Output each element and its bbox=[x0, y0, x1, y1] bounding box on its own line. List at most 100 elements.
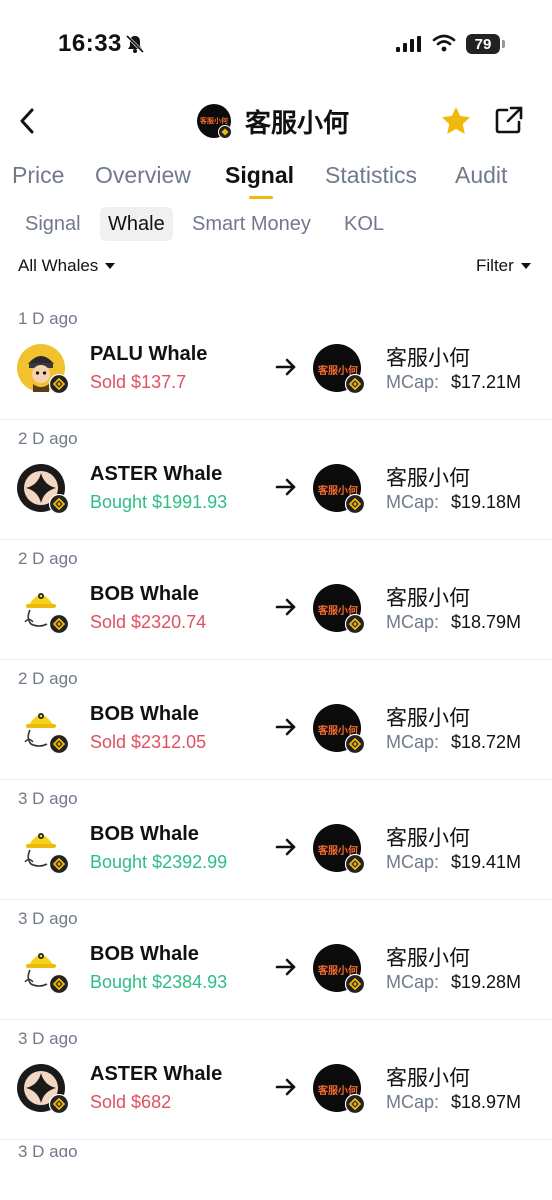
bnb-chain-badge-icon bbox=[345, 1094, 365, 1114]
whale-avatar bbox=[17, 704, 69, 754]
trade-amount: $2312.05 bbox=[131, 732, 207, 752]
trade-type: Sold bbox=[90, 1092, 127, 1112]
filter-label: Filter bbox=[476, 256, 514, 275]
subtab-signal[interactable]: Signal bbox=[17, 207, 89, 241]
bnb-chain-badge-icon bbox=[345, 734, 365, 754]
battery-cap bbox=[502, 40, 505, 48]
mcap-value: $17.21M bbox=[451, 372, 522, 392]
share-icon[interactable] bbox=[494, 105, 524, 135]
trade-amount: $682 bbox=[131, 1092, 172, 1112]
subtab-whale[interactable]: Whale bbox=[100, 207, 173, 241]
tab-signal[interactable]: Signal bbox=[225, 162, 294, 189]
mcap-value: $19.41M bbox=[451, 852, 522, 872]
token-avatar: 客服小何 bbox=[313, 584, 365, 634]
list-item[interactable]: 2 D ago BOB Whale Sold $2320.74 客服小何 客服小何 MCa… bbox=[0, 540, 552, 660]
list-item[interactable]: 2 D ago BOB Whale Sold $2312.05 客服小何 客服小何 MCa… bbox=[0, 660, 552, 780]
whale-name: BOB Whale bbox=[90, 583, 199, 605]
bnb-chain-badge-icon bbox=[345, 374, 365, 394]
token-name: 客服小何 bbox=[386, 347, 470, 370]
battery-icon: 79 bbox=[466, 34, 500, 54]
list-item[interactable]: 1 D ago PALU Whale Sold $137.7 客服小何 客服小何 MCap… bbox=[0, 300, 552, 420]
whale-avatar bbox=[17, 1064, 69, 1114]
token-avatar: 客服小何 bbox=[197, 104, 232, 139]
arrow-right-icon bbox=[275, 478, 296, 496]
trade-action: Sold $682 bbox=[90, 1092, 171, 1113]
bnb-chain-badge-icon bbox=[49, 614, 69, 634]
whale-name: BOB Whale bbox=[90, 703, 199, 725]
list-item[interactable]: 3 D ago ASTER Whale Sold $682 客服小何 客服小何 MCap:… bbox=[0, 1020, 552, 1140]
subtab-kol[interactable]: KOL bbox=[336, 207, 392, 241]
filter-dropdown[interactable]: Filter bbox=[476, 256, 531, 276]
list-item[interactable]: 2 D ago ASTER Whale Bought $1991.93 客服小何 客服小… bbox=[0, 420, 552, 540]
token-name: 客服小何 bbox=[386, 1067, 470, 1090]
bnb-chain-badge-icon bbox=[345, 854, 365, 874]
signal-bars-icon bbox=[396, 36, 421, 52]
mcap-label: MCap: bbox=[386, 732, 440, 752]
whale-type-dropdown[interactable]: All Whales bbox=[18, 256, 116, 276]
whale-name: ASTER Whale bbox=[90, 463, 223, 485]
active-tab-indicator bbox=[249, 196, 273, 199]
whale-avatar bbox=[17, 344, 69, 394]
arrow-right-icon bbox=[275, 838, 296, 856]
tab-overview[interactable]: Overview bbox=[95, 162, 191, 189]
mcap-label: MCap: bbox=[386, 612, 440, 632]
whale-avatar bbox=[17, 824, 69, 874]
whale-name: BOB Whale bbox=[90, 943, 199, 965]
token-name: 客服小何 bbox=[386, 587, 470, 610]
bnb-chain-badge-icon bbox=[345, 494, 365, 514]
arrow-right-icon bbox=[275, 1078, 296, 1096]
list-item[interactable]: 3 D ago BOB Whale Bought $2392.99 客服小何 客服小何 M… bbox=[0, 780, 552, 900]
row-time: 3 D ago bbox=[18, 1142, 78, 1157]
trade-amount: $2392.99 bbox=[152, 852, 228, 872]
trade-type: Sold bbox=[90, 732, 127, 752]
arrow-right-icon bbox=[275, 958, 296, 976]
token-avatar: 客服小何 bbox=[313, 944, 365, 994]
whale-type-label: All Whales bbox=[18, 256, 99, 275]
main-tabs: Price Overview Signal Statistics Audit bbox=[0, 162, 552, 204]
row-time: 2 D ago bbox=[18, 669, 78, 688]
token-avatar: 客服小何 bbox=[313, 344, 365, 394]
trade-amount: $2384.93 bbox=[152, 972, 228, 992]
status-bar: 16:33 79 bbox=[0, 0, 552, 90]
list-item[interactable]: 3 D ago BOB Whale Bought $2384.93 客服小何 客服小何 M… bbox=[0, 900, 552, 1020]
whale-name: ASTER Whale bbox=[90, 1063, 223, 1085]
whale-name: PALU Whale bbox=[90, 343, 208, 365]
caret-down-icon bbox=[105, 263, 116, 269]
trade-action: Bought $1991.93 bbox=[90, 492, 227, 513]
mcap-value: $19.28M bbox=[451, 972, 522, 992]
token-avatar: 客服小何 bbox=[313, 1064, 365, 1114]
subtab-smart-money[interactable]: Smart Money bbox=[184, 207, 319, 241]
mcap-label: MCap: bbox=[386, 1092, 440, 1112]
token-name: 客服小何 bbox=[386, 467, 470, 490]
back-button[interactable] bbox=[12, 103, 42, 139]
star-icon[interactable] bbox=[440, 105, 472, 137]
mcap-label: MCap: bbox=[386, 972, 440, 992]
wifi-icon bbox=[432, 34, 456, 52]
bnb-chain-badge-icon bbox=[218, 125, 232, 139]
token-header: 客服小何 客服小何 bbox=[0, 95, 552, 150]
token-avatar: 客服小何 bbox=[313, 704, 365, 754]
token-avatar: 客服小何 bbox=[313, 824, 365, 874]
row-time: 1 D ago bbox=[18, 309, 78, 328]
arrow-right-icon bbox=[275, 598, 296, 616]
tab-price[interactable]: Price bbox=[12, 162, 64, 189]
bnb-chain-badge-icon bbox=[49, 374, 69, 394]
whale-avatar bbox=[17, 584, 69, 634]
status-time: 16:33 bbox=[58, 30, 122, 57]
back-arrow-icon bbox=[20, 108, 34, 134]
sub-tabs: Signal Whale Smart Money KOL bbox=[0, 207, 552, 243]
trade-amount: $137.7 bbox=[131, 372, 187, 392]
bnb-chain-badge-icon bbox=[345, 974, 365, 994]
token-name: 客服小何 bbox=[386, 947, 470, 970]
page-title: 客服小何 bbox=[245, 107, 350, 138]
tab-statistics[interactable]: Statistics bbox=[325, 162, 417, 189]
bnb-chain-badge-icon bbox=[49, 974, 69, 994]
tab-audit[interactable]: Audit bbox=[455, 162, 507, 189]
bnb-chain-badge-icon bbox=[49, 1094, 69, 1114]
token-name: 客服小何 bbox=[386, 827, 470, 850]
token-avatar: 客服小何 bbox=[313, 464, 365, 514]
bnb-chain-badge-icon bbox=[49, 854, 69, 874]
token-title-group[interactable]: 客服小何 客服小何 bbox=[197, 103, 349, 139]
whale-signal-list: 1 D ago PALU Whale Sold $137.7 客服小何 客服小何 MCap… bbox=[0, 300, 552, 1140]
row-time: 3 D ago bbox=[18, 1029, 78, 1048]
